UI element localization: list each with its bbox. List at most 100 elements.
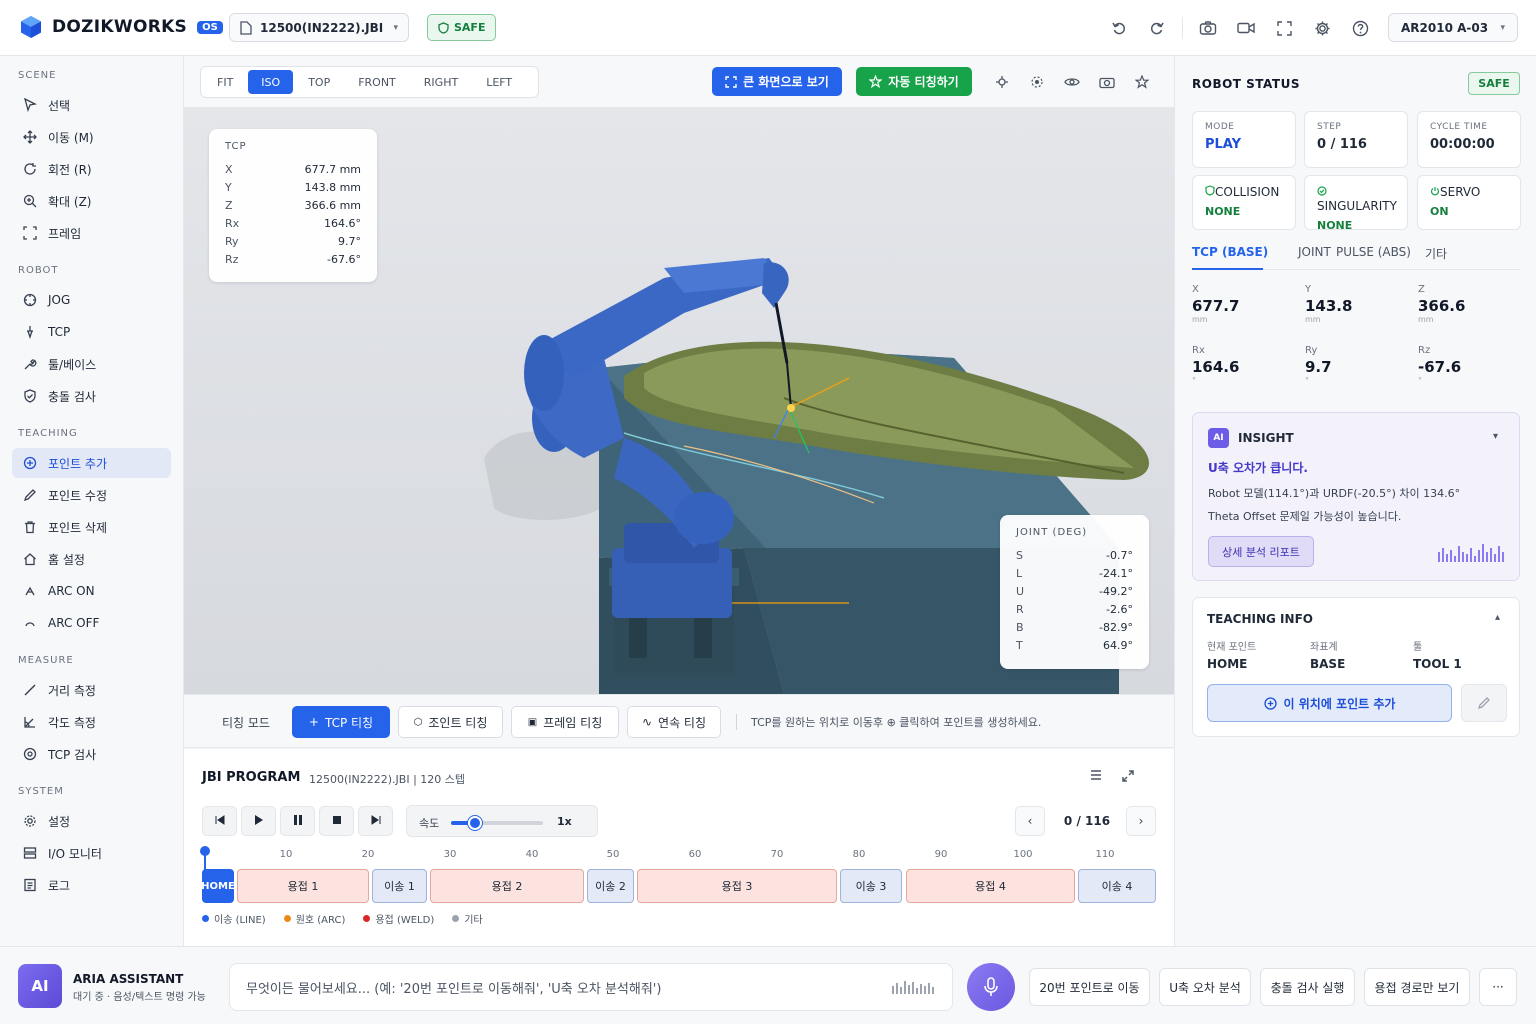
sidebar-item-add-point[interactable]: 포인트 추가 [12, 448, 171, 478]
sidebar-item-home[interactable]: 홈 설정 [12, 544, 171, 574]
camera-icon[interactable] [1189, 14, 1227, 42]
sidebar-item-distance[interactable]: 거리 측정 [12, 675, 171, 705]
gear-icon[interactable] [1303, 14, 1341, 42]
quick-action-button[interactable]: 충돌 검사 실행 [1260, 968, 1355, 1006]
tab-view-right[interactable]: RIGHT [411, 70, 471, 94]
plus-icon: + [308, 715, 319, 729]
skip-start-button[interactable] [202, 806, 237, 836]
sidebar-item-tcp[interactable]: TCP [12, 317, 171, 347]
more-button[interactable]: ··· [1479, 968, 1517, 1006]
chat-input[interactable]: 무엇이든 물어보세요... (예: '20번 포인트로 이동해줘', 'U축 오… [229, 963, 953, 1011]
tcp-value: 164.6° [324, 216, 361, 230]
joint-value: -2.6° [1106, 602, 1133, 616]
tab-view-iso[interactable]: ISO [248, 70, 294, 94]
speed-slider-handle[interactable] [467, 816, 482, 830]
tab-view-top[interactable]: TOP [295, 70, 343, 94]
file-icon [240, 20, 252, 35]
chevron-up-icon[interactable]: ▴ [1495, 612, 1500, 623]
speed-slider[interactable] [451, 816, 543, 830]
sidebar-item-frame[interactable]: 프레임 [12, 218, 171, 248]
focus-icon[interactable] [1019, 70, 1054, 94]
tcp-key: Rx [225, 216, 240, 230]
robot-select[interactable]: AR2010 A-03 ▾ [1388, 13, 1518, 42]
frame-teach-button[interactable]: ▣ 프레임 티칭 [511, 706, 619, 738]
sidebar-item-rotate[interactable]: 회전 (R) [12, 154, 171, 184]
tab-view-fit[interactable]: FIT [204, 70, 246, 94]
file-select[interactable]: 12500(IN2222).JBI ▾ [229, 13, 409, 42]
auto-teach-label: 자동 티칭하기 [888, 75, 959, 89]
timeline-segment-weld[interactable]: 용접 2 [430, 869, 584, 903]
joint-row: B -82.9° [1016, 618, 1133, 636]
sidebar-item-io-monitor[interactable]: I/O 모니터 [12, 838, 171, 868]
tab-joint[interactable]: JOINT [1298, 245, 1331, 259]
star-icon[interactable] [1124, 70, 1159, 94]
coord-value: 164.6 [1192, 358, 1240, 376]
sidebar-item-arc-off[interactable]: ARC OFF [12, 608, 171, 638]
sidebar-item-move[interactable]: 이동 (M) [12, 122, 171, 152]
sidebar-item-label: 로그 [48, 878, 71, 893]
quick-action-button[interactable]: 용접 경로만 보기 [1364, 968, 1470, 1006]
quick-action-button[interactable]: U축 오차 분석 [1159, 968, 1251, 1006]
help-icon[interactable] [1341, 14, 1379, 42]
tcp-teach-button[interactable]: + TCP 티칭 [292, 706, 390, 738]
redo-icon[interactable] [1138, 14, 1176, 42]
crosshair-icon[interactable] [984, 70, 1019, 94]
timeline-segment-weld[interactable]: 용접 1 [237, 869, 369, 903]
add-point-here-button[interactable]: 이 위치에 포인트 추가 [1207, 684, 1452, 722]
sidebar-item-arc-on[interactable]: ARC ON [12, 576, 171, 606]
auto-teach-button[interactable]: 자동 티칭하기 [856, 67, 972, 96]
play-button[interactable] [241, 806, 276, 836]
continuous-teach-button[interactable]: ∿ 연속 티칭 [627, 706, 721, 738]
fullscreen-button[interactable]: 큰 화면으로 보기 [712, 67, 842, 96]
timeline-segment-move[interactable]: 이송 4 [1078, 869, 1156, 903]
joint-teach-button[interactable]: ⬡ 조인트 티칭 [398, 706, 503, 738]
timeline-segment-move[interactable]: 이송 1 [372, 869, 427, 903]
timeline-segment-move[interactable]: 이송 3 [840, 869, 902, 903]
sidebar-item-tool-base[interactable]: 툴/베이스 [12, 349, 171, 379]
singularity-caption: SINGULARITY [1317, 185, 1397, 213]
sidebar-item-collision[interactable]: 충돌 검사 [12, 381, 171, 411]
quick-action-button[interactable]: 20번 포인트로 이동 [1029, 968, 1150, 1006]
section-teaching: TEACHING [18, 428, 78, 439]
camera-icon[interactable] [1089, 70, 1124, 94]
edit-point-button[interactable] [1461, 684, 1507, 722]
eye-icon[interactable] [1054, 70, 1089, 94]
sidebar-item-edit-point[interactable]: 포인트 수정 [12, 480, 171, 510]
tab-view-left[interactable]: LEFT [473, 70, 525, 94]
timeline-ruler: 10 20 30 40 50 60 70 80 90 100 110 [202, 849, 1158, 865]
teaching-info-title: TEACHING INFO [1207, 612, 1313, 626]
undo-icon[interactable] [1100, 14, 1138, 42]
sidebar-item-settings[interactable]: 설정 [12, 806, 171, 836]
sidebar-item-tcp-check[interactable]: TCP 검사 [12, 739, 171, 769]
tab-other[interactable]: 기타 [1425, 245, 1447, 262]
sidebar-item-label: 프레임 [48, 226, 82, 241]
video-icon[interactable] [1227, 14, 1265, 42]
timeline-segment-weld[interactable]: 용접 3 [637, 869, 837, 903]
sidebar-item-zoom[interactable]: 확대 (Z) [12, 186, 171, 216]
sidebar-item-jog[interactable]: JOG [12, 285, 171, 315]
detail-report-button[interactable]: 상세 분석 리포트 [1208, 536, 1314, 567]
sidebar-item-angle[interactable]: 각도 측정 [12, 707, 171, 737]
next-step-button[interactable]: › [1126, 806, 1156, 836]
microphone-button[interactable] [967, 963, 1015, 1011]
fullscreen-icon[interactable] [1265, 14, 1303, 42]
check-circle-icon [1317, 186, 1327, 196]
chevron-down-icon[interactable]: ▾ [1493, 431, 1498, 442]
tcp-row: Ry 9.7° [225, 232, 361, 250]
skip-end-button[interactable] [358, 806, 393, 836]
list-icon[interactable] [1089, 769, 1103, 786]
sidebar-item-delete-point[interactable]: 포인트 삭제 [12, 512, 171, 542]
sidebar-item-log[interactable]: 로그 [12, 870, 171, 900]
tab-tcp-base[interactable]: TCP (BASE) [1192, 245, 1268, 259]
timeline-segment-move[interactable]: 이송 2 [587, 869, 634, 903]
pause-button[interactable] [280, 806, 315, 836]
timeline-segment-home[interactable]: HOME [201, 869, 235, 903]
stop-button[interactable] [319, 806, 354, 836]
timeline-segment-weld[interactable]: 용접 4 [906, 869, 1075, 903]
sidebar-item-select[interactable]: 선택 [12, 90, 171, 120]
expand-icon[interactable] [1121, 769, 1135, 786]
prev-step-button[interactable]: ‹ [1015, 806, 1045, 836]
tab-view-front[interactable]: FRONT [345, 70, 409, 94]
3d-viewport[interactable]: FIT ISO TOP FRONT RIGHT LEFT 큰 화면으로 보기 자… [184, 56, 1174, 694]
tab-pulse-abs[interactable]: PULSE (ABS) [1336, 245, 1411, 259]
